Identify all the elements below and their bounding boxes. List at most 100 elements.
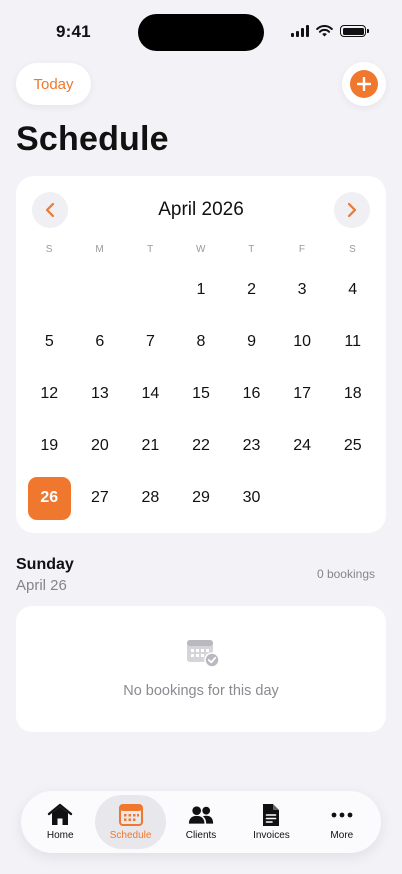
calendar-day[interactable]: 20	[75, 420, 126, 472]
calendar-day[interactable]: 16	[226, 368, 277, 420]
people-icon	[188, 806, 214, 824]
weekday-label: T	[248, 244, 255, 255]
calendar-day[interactable]: 27	[75, 472, 126, 524]
weekday-label: S	[45, 244, 53, 255]
calendar-empty-cell	[277, 472, 328, 524]
calendar-day[interactable]: 28	[125, 472, 176, 524]
calendar-day[interactable]: 13	[75, 368, 126, 420]
calendar-check-icon	[187, 640, 220, 668]
calendar-day[interactable]: 11	[327, 316, 378, 368]
calendar-day-number: 13	[90, 385, 109, 402]
calendar-day-number: 11	[344, 333, 362, 350]
calendar-day-number: 17	[293, 385, 312, 402]
calendar-day-number: 8	[196, 333, 206, 350]
calendar-day[interactable]: 1	[176, 264, 227, 316]
calendar-empty-cell	[24, 264, 75, 316]
calendar-day-selected[interactable]: 26	[24, 472, 75, 524]
calendar-day[interactable]: 12	[24, 368, 75, 420]
calendar-day[interactable]: 19	[24, 420, 75, 472]
today-button[interactable]: Today	[16, 63, 91, 105]
calendar-day-number: 27	[90, 489, 109, 506]
tab-label: Schedule	[109, 830, 152, 841]
weekday-label: T	[147, 244, 154, 255]
status-bar: 9:41	[0, 0, 402, 62]
tab-more[interactable]: More	[307, 795, 377, 849]
calendar-day[interactable]: 22	[176, 420, 227, 472]
booking-count: 0 bookings	[316, 567, 375, 581]
calendar-day-number: 16	[242, 385, 261, 402]
next-month-button[interactable]	[334, 192, 370, 228]
calendar-empty-cell	[327, 472, 378, 524]
calendar-day[interactable]: 10	[277, 316, 328, 368]
calendar-day[interactable]: 29	[176, 472, 227, 524]
calendar-day[interactable]: 18	[327, 368, 378, 420]
calendar-day-number: 29	[192, 489, 210, 506]
calendar-day[interactable]: 14	[125, 368, 176, 420]
calendar-day-number: 4	[348, 281, 358, 298]
add-booking-button[interactable]	[342, 62, 386, 106]
calendar-day-number: 25	[343, 437, 362, 454]
plus-icon	[350, 70, 378, 98]
calendar-empty-cell	[75, 264, 126, 316]
calendar-day-number: 28	[141, 489, 160, 506]
calendar-day[interactable]: 15	[176, 368, 227, 420]
tab-label: Clients	[185, 830, 217, 841]
home-icon	[48, 803, 73, 825]
weekday-label: S	[349, 244, 357, 255]
calendar-day-number: 9	[247, 333, 257, 350]
tab-label: Invoices	[253, 830, 290, 841]
calendar-day-number: 12	[40, 385, 59, 402]
weekday-header: S M T W T F S	[24, 244, 378, 255]
calendar-day-number: 24	[293, 437, 312, 454]
calendar-day[interactable]: 4	[327, 264, 378, 316]
calendar-card: April 2026 S M T W T F S 1 2 3 4 5 6 7 8 9 10 11 12…	[16, 176, 386, 533]
calendar-day-number: 7	[145, 333, 155, 350]
calendar-day-number: 22	[192, 437, 210, 454]
tab-schedule[interactable]: Schedule	[95, 795, 166, 849]
status-time: 9:41	[56, 22, 91, 41]
calendar-day[interactable]: 17	[277, 368, 328, 420]
calendar-day[interactable]: 24	[277, 420, 328, 472]
calendar-day[interactable]: 7	[125, 316, 176, 368]
calendar-day-number: 30	[242, 489, 261, 506]
month-title: April 2026	[158, 199, 244, 220]
tab-home[interactable]: Home	[25, 795, 95, 849]
chevron-right-icon	[347, 202, 357, 218]
calendar-day[interactable]: 6	[75, 316, 126, 368]
calendar-day-number: 3	[297, 281, 307, 298]
calendar-day[interactable]: 30	[226, 472, 277, 524]
calendar-day-number: 19	[40, 437, 59, 454]
status-icons	[291, 25, 369, 37]
document-icon	[263, 804, 280, 826]
calendar-day-number: 6	[95, 333, 105, 350]
calendar-day-number: 20	[90, 437, 109, 454]
empty-bookings-card: No bookings for this day	[16, 606, 386, 732]
ellipsis-icon	[331, 812, 353, 818]
battery-icon	[340, 25, 369, 37]
calendar-day-number: 10	[293, 333, 312, 350]
calendar-day[interactable]: 21	[125, 420, 176, 472]
calendar-day[interactable]: 9	[226, 316, 277, 368]
tab-invoices[interactable]: Invoices	[236, 795, 306, 849]
calendar-day-number: 15	[192, 385, 210, 402]
wifi-icon	[316, 25, 333, 37]
calendar-days-grid: 1 2 3 4 5 6 7 8 9 10 11 12 13 14 15 16 17 18 19 20 21 22 23 24 2…	[24, 264, 378, 524]
calendar-day-number: 2	[247, 281, 257, 298]
calendar-day[interactable]: 8	[176, 316, 227, 368]
dynamic-island	[138, 14, 264, 51]
calendar-day[interactable]: 5	[24, 316, 75, 368]
calendar-day-number: 5	[44, 333, 54, 350]
cellular-signal-icon	[291, 25, 309, 37]
tab-bar: Home Schedule Clients Invoices More	[21, 791, 381, 853]
calendar-day-number: 21	[141, 437, 160, 454]
empty-state-text: No bookings for this day	[123, 683, 279, 699]
weekday-label: F	[298, 244, 306, 255]
weekday-label: W	[196, 244, 206, 255]
calendar-day[interactable]: 23	[226, 420, 277, 472]
calendar-day-number: 14	[141, 385, 160, 402]
calendar-day-number: 1	[196, 281, 206, 298]
calendar-day[interactable]: 3	[277, 264, 328, 316]
calendar-day[interactable]: 25	[327, 420, 378, 472]
tab-clients[interactable]: Clients	[166, 795, 236, 849]
calendar-day[interactable]: 2	[226, 264, 277, 316]
